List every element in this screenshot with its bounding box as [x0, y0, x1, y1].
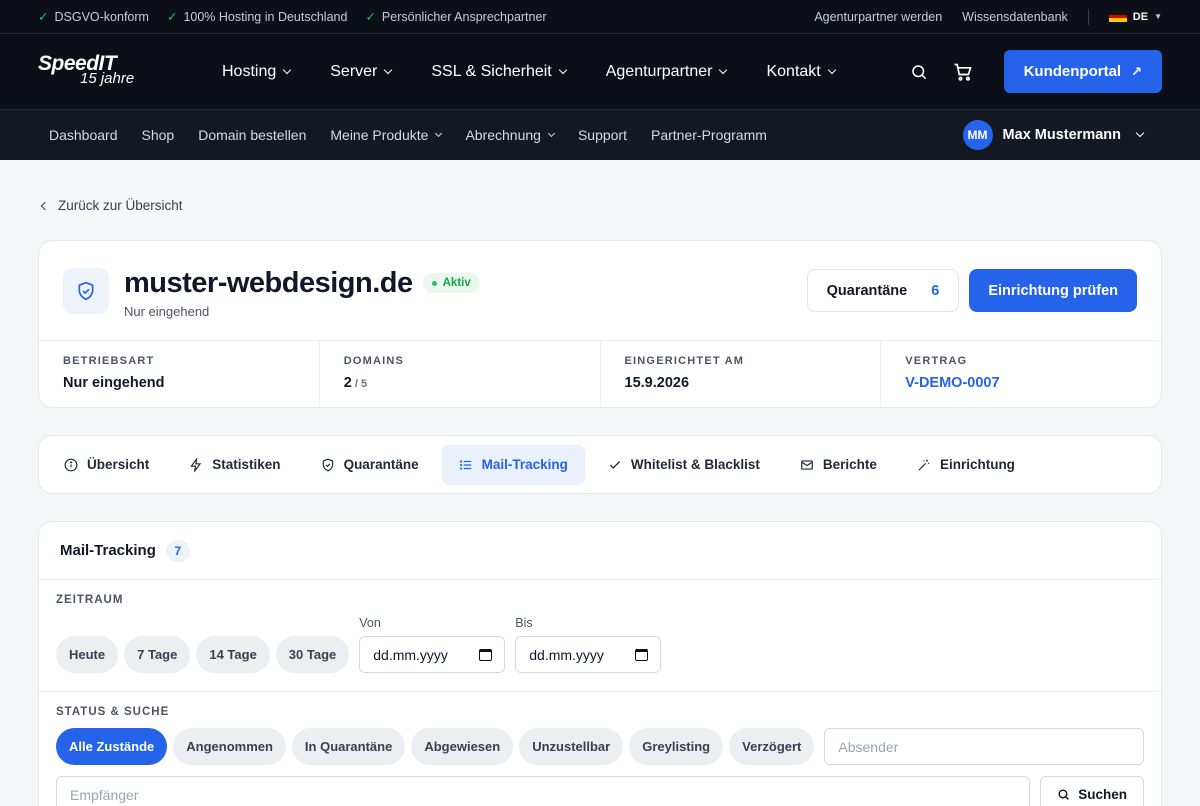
- chevron-down-icon: [719, 65, 728, 74]
- chevron-down-icon: [827, 65, 836, 74]
- language-switcher[interactable]: DE ▼: [1108, 11, 1162, 23]
- list-icon: [459, 459, 471, 470]
- status-undeliverable[interactable]: Unzustellbar: [519, 728, 624, 765]
- tabs-bar: Übersicht Statistiken Quarantäne Mail-Tr…: [38, 435, 1162, 494]
- nav-kontakt[interactable]: Kontakt: [766, 63, 836, 81]
- stat-vertrag: VERTRAG V-DEMO-0007: [881, 341, 1161, 408]
- domain-name: muster-webdesign.de: [124, 266, 413, 299]
- main-nav: SpeedIT 15 jahre Hosting Server SSL & Si…: [0, 34, 1200, 110]
- date-from-input[interactable]: dd.mm.yyyy: [359, 636, 506, 673]
- magic-wand-icon: [918, 459, 930, 471]
- subnav-abrechnung[interactable]: Abrechnung: [465, 127, 555, 143]
- zeitraum-section: ZEITRAUM Heute 7 Tage 14 Tage 30 Tage Vo…: [39, 580, 1161, 692]
- chevron-down-icon: [384, 65, 393, 74]
- tab-setup[interactable]: Einrichtung: [900, 445, 1032, 485]
- nav-agenturpartner[interactable]: Agenturpartner: [606, 63, 728, 81]
- stat-domains: DOMAINS 2 / 5: [320, 341, 601, 408]
- check-icon: ✓: [166, 10, 178, 24]
- search-button[interactable]: Suchen: [1040, 776, 1144, 806]
- tab-statistics[interactable]: Statistiken: [172, 445, 297, 485]
- chevron-down-icon: [547, 129, 555, 137]
- link-agency-partner[interactable]: Agenturpartner werden: [814, 10, 942, 24]
- status-badge: Aktiv: [422, 273, 480, 293]
- sender-input[interactable]: Absender: [824, 728, 1144, 765]
- divider: [1087, 8, 1089, 25]
- tab-reports[interactable]: Berichte: [783, 445, 894, 485]
- info-icon: [64, 458, 78, 471]
- search-icon[interactable]: [908, 61, 930, 83]
- domain-card: muster-webdesign.de Aktiv Nur eingehend …: [38, 240, 1162, 408]
- chevron-down-icon: [558, 65, 567, 74]
- back-link[interactable]: Zurück zur Übersicht: [38, 198, 1162, 213]
- recipient-input[interactable]: Empfänger: [56, 776, 1031, 806]
- user-name: Max Mustermann: [1002, 127, 1121, 143]
- nav-server[interactable]: Server: [330, 63, 393, 81]
- quarantine-button[interactable]: Quarantäne 6: [806, 269, 960, 312]
- top-bar: ✓ DSGVO-konform ✓ 100% Hosting in Deutschl…: [0, 0, 1200, 34]
- check-icon: [609, 460, 620, 469]
- trust-item: ✓ Persönlicher Ansprechpartner: [365, 10, 547, 24]
- calendar-icon[interactable]: [635, 648, 649, 661]
- check-icon: ✓: [365, 10, 376, 24]
- search-icon: [1058, 789, 1070, 800]
- contract-link[interactable]: V-DEMO-0007: [905, 375, 1137, 391]
- avatar: MM: [962, 120, 993, 150]
- caret-down-icon: ▼: [1154, 12, 1162, 21]
- status-rejected[interactable]: Abgewiesen: [411, 728, 514, 765]
- sub-nav: Dashboard Shop Domain bestellen Meine Pr…: [0, 110, 1200, 160]
- tab-mail-tracking[interactable]: Mail-Tracking: [441, 444, 585, 485]
- subnav-shop[interactable]: Shop: [142, 127, 175, 143]
- calendar-icon[interactable]: [479, 648, 493, 661]
- date-to-input[interactable]: dd.mm.yyyy: [515, 636, 662, 673]
- range-30d[interactable]: 30 Tage: [275, 636, 350, 673]
- user-menu[interactable]: MM Max Mustermann: [962, 120, 1145, 150]
- panel-title: Mail-Tracking: [60, 542, 156, 559]
- range-14d[interactable]: 14 Tage: [196, 636, 270, 673]
- count-badge: 7: [165, 539, 190, 562]
- flag-de-icon: [1108, 11, 1127, 23]
- tab-quarantine[interactable]: Quarantäne: [304, 445, 436, 485]
- stat-eingerichtet: EINGERICHTET AM 15.9.2026: [601, 341, 882, 408]
- subnav-dashboard[interactable]: Dashboard: [49, 127, 118, 143]
- trust-item: ✓ DSGVO-konform: [38, 10, 149, 24]
- range-7d[interactable]: 7 Tage: [124, 636, 191, 673]
- nav-ssl[interactable]: SSL & Sicherheit: [431, 63, 567, 81]
- trust-item: ✓ 100% Hosting in Deutschland: [166, 10, 348, 24]
- date-from-field: Von dd.mm.yyyy: [359, 616, 506, 673]
- subnav-meine-produkte[interactable]: Meine Produkte: [330, 127, 443, 143]
- shield-icon: [63, 267, 109, 314]
- cart-icon[interactable]: [952, 61, 974, 83]
- subnav-domain-bestellen[interactable]: Domain bestellen: [198, 127, 306, 143]
- status-greylisting[interactable]: Greylisting: [629, 728, 724, 765]
- domain-mode: Nur eingehend: [124, 303, 210, 319]
- kundenportal-button[interactable]: Kundenportal ↗: [1003, 50, 1162, 93]
- status-accepted[interactable]: Angenommen: [173, 728, 286, 765]
- nav-hosting[interactable]: Hosting: [222, 63, 292, 81]
- chevron-down-icon: [435, 129, 443, 137]
- tab-whitelist-blacklist[interactable]: Whitelist & Blacklist: [591, 445, 777, 485]
- status-all[interactable]: Alle Zustände: [56, 728, 168, 765]
- link-knowledge-base[interactable]: Wissensdatenbank: [962, 10, 1068, 24]
- external-arrow-icon: ↗: [1131, 63, 1142, 79]
- shield-icon: [322, 458, 333, 471]
- mail-tracking-panel: Mail-Tracking 7 ZEITRAUM Heute 7 Tage 14…: [38, 521, 1162, 806]
- logo[interactable]: SpeedIT 15 jahre: [38, 52, 142, 92]
- check-icon: ✓: [38, 10, 49, 24]
- status-delayed[interactable]: Verzögert: [729, 728, 815, 765]
- mail-icon: [801, 459, 813, 470]
- chevron-down-icon: [1135, 128, 1145, 138]
- subnav-support[interactable]: Support: [578, 127, 627, 143]
- chevron-down-icon: [283, 65, 292, 74]
- subnav-partner-programm[interactable]: Partner-Programm: [651, 127, 767, 143]
- quarantine-count: 6: [931, 282, 940, 299]
- range-today[interactable]: Heute: [56, 636, 119, 673]
- status-quarantine[interactable]: In Quarantäne: [291, 728, 406, 765]
- lightning-icon: [190, 457, 202, 472]
- status-search-section: STATUS & SUCHE Alle Zustände Angenommen …: [39, 692, 1161, 806]
- date-to-field: Bis dd.mm.yyyy: [515, 616, 662, 673]
- tab-overview[interactable]: Übersicht: [47, 445, 166, 485]
- chevron-left-icon: [40, 201, 50, 210]
- check-setup-button[interactable]: Einrichtung prüfen: [969, 269, 1137, 312]
- stat-betriebsart: BETRIEBSART Nur eingehend: [39, 341, 320, 408]
